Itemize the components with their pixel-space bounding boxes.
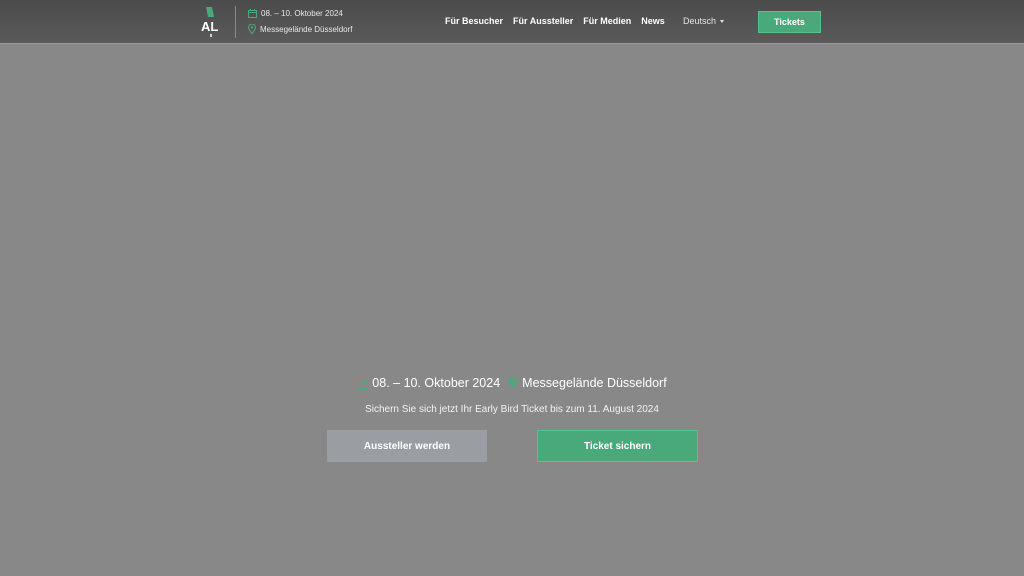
location-pin-icon [508,377,518,389]
nav-item-medien[interactable]: Für Medien [583,16,631,26]
calendar-icon [248,9,257,18]
svg-text:AL: AL [201,19,218,34]
secure-ticket-button[interactable]: Ticket sichern [537,430,698,462]
main-nav: Für Besucher Für Aussteller Für Medien N… [445,16,675,26]
site-logo[interactable]: AL [200,5,222,39]
calendar-icon [357,378,369,389]
tickets-button[interactable]: Tickets [758,11,821,33]
header-divider [235,6,236,38]
header-bar: AL 08. – 10. Oktober 2024 Messegelände D… [0,0,1024,44]
hero-location: Messegelände Düsseldorf [522,376,667,390]
chevron-down-icon [720,19,725,23]
header-date: 08. – 10. Oktober 2024 [248,9,343,18]
language-selector[interactable]: Deutsch [683,16,725,26]
nav-item-news[interactable]: News [641,16,665,26]
language-label: Deutsch [683,16,717,26]
become-exhibitor-button[interactable]: Aussteller werden [327,430,487,462]
early-bird-text: Sichern Sie sich jetzt Ihr Early Bird Ti… [365,404,659,415]
hero-date: 08. – 10. Oktober 2024 [372,376,501,390]
header-location: Messegelände Düsseldorf [248,24,353,34]
header-date-text: 08. – 10. Oktober 2024 [261,9,343,18]
nav-item-aussteller[interactable]: Für Aussteller [513,16,573,26]
location-pin-icon [248,24,256,34]
header-location-text: Messegelände Düsseldorf [260,24,353,34]
hero-event-info: 08. – 10. Oktober 2024 Messegelände Düss… [0,376,1024,390]
nav-item-besucher[interactable]: Für Besucher [445,16,503,26]
